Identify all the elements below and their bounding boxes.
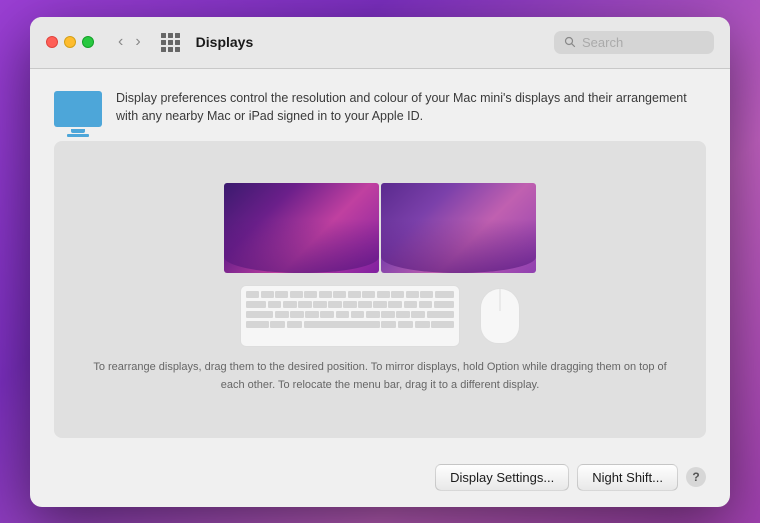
grid-dot — [175, 40, 180, 45]
search-bar[interactable] — [554, 31, 714, 54]
key — [431, 321, 454, 328]
maximize-button[interactable] — [82, 36, 94, 48]
window-title: Displays — [196, 34, 254, 50]
description-text: Display preferences control the resoluti… — [116, 89, 706, 127]
display-icon — [54, 91, 102, 127]
minimize-button[interactable] — [64, 36, 76, 48]
monitor-2[interactable] — [381, 183, 536, 273]
key — [336, 311, 350, 318]
key — [381, 321, 396, 328]
key — [411, 311, 425, 318]
key — [320, 311, 334, 318]
description-row: Display preferences control the resoluti… — [54, 89, 706, 127]
night-shift-button[interactable]: Night Shift... — [577, 464, 678, 491]
keyboard-area — [240, 285, 520, 347]
key — [415, 321, 430, 328]
key — [328, 301, 342, 308]
grid-dot — [161, 47, 166, 52]
traffic-lights — [46, 36, 94, 48]
monitors-container — [224, 183, 536, 273]
grid-dot — [175, 47, 180, 52]
key — [305, 311, 319, 318]
key — [388, 301, 402, 308]
key — [304, 291, 317, 298]
instructions-text: To rearrange displays, drag them to the … — [70, 359, 690, 394]
key — [366, 311, 380, 318]
keyboard-inner — [241, 286, 459, 335]
nav-buttons: ‹ › — [114, 32, 145, 52]
key — [261, 291, 274, 298]
key — [333, 291, 346, 298]
key — [381, 311, 395, 318]
spacebar-key — [304, 321, 380, 328]
grid-dot — [168, 33, 173, 38]
key — [348, 291, 361, 298]
key — [246, 301, 266, 308]
key — [406, 291, 419, 298]
key — [246, 291, 259, 298]
key — [313, 301, 327, 308]
key — [287, 321, 302, 328]
key — [358, 301, 372, 308]
key — [268, 301, 282, 308]
key — [270, 321, 285, 328]
grid-dot — [168, 40, 173, 45]
back-button[interactable]: ‹ — [114, 32, 127, 52]
key — [246, 321, 269, 328]
search-icon — [564, 36, 576, 48]
key — [290, 291, 303, 298]
key — [420, 291, 433, 298]
key — [434, 301, 454, 308]
key — [319, 291, 332, 298]
key — [377, 291, 390, 298]
mouse — [480, 288, 520, 344]
display-settings-button[interactable]: Display Settings... — [435, 464, 569, 491]
key — [396, 311, 410, 318]
key — [351, 311, 365, 318]
content-area: Display preferences control the resoluti… — [30, 69, 730, 454]
grid-dot — [161, 33, 166, 38]
grid-dot — [168, 47, 173, 52]
key — [343, 301, 357, 308]
titlebar: ‹ › Displays — [30, 17, 730, 69]
key — [290, 311, 304, 318]
grid-view-button[interactable] — [161, 33, 180, 52]
key — [435, 291, 455, 298]
key — [275, 311, 289, 318]
key — [275, 291, 288, 298]
key — [373, 301, 387, 308]
key — [404, 301, 418, 308]
search-input[interactable] — [582, 35, 704, 50]
keyboard-row — [246, 321, 454, 328]
keyboard-row — [246, 311, 454, 318]
key — [391, 291, 404, 298]
main-window: ‹ › Displays Display prefe — [30, 17, 730, 507]
grid-dot — [161, 40, 166, 45]
help-button[interactable]: ? — [686, 467, 706, 487]
keyboard-row — [246, 301, 454, 308]
keyboard-row — [246, 291, 454, 298]
display-preview-area: To rearrange displays, drag them to the … — [54, 141, 706, 438]
grid-dot — [175, 33, 180, 38]
close-button[interactable] — [46, 36, 58, 48]
forward-button[interactable]: › — [131, 32, 144, 52]
key — [419, 301, 433, 308]
monitor-1[interactable] — [224, 183, 379, 273]
key — [298, 301, 312, 308]
keyboard — [240, 285, 460, 347]
key — [362, 291, 375, 298]
key — [427, 311, 454, 318]
key — [246, 311, 273, 318]
key — [283, 301, 297, 308]
key — [398, 321, 413, 328]
bottom-buttons: Display Settings... Night Shift... ? — [30, 454, 730, 507]
